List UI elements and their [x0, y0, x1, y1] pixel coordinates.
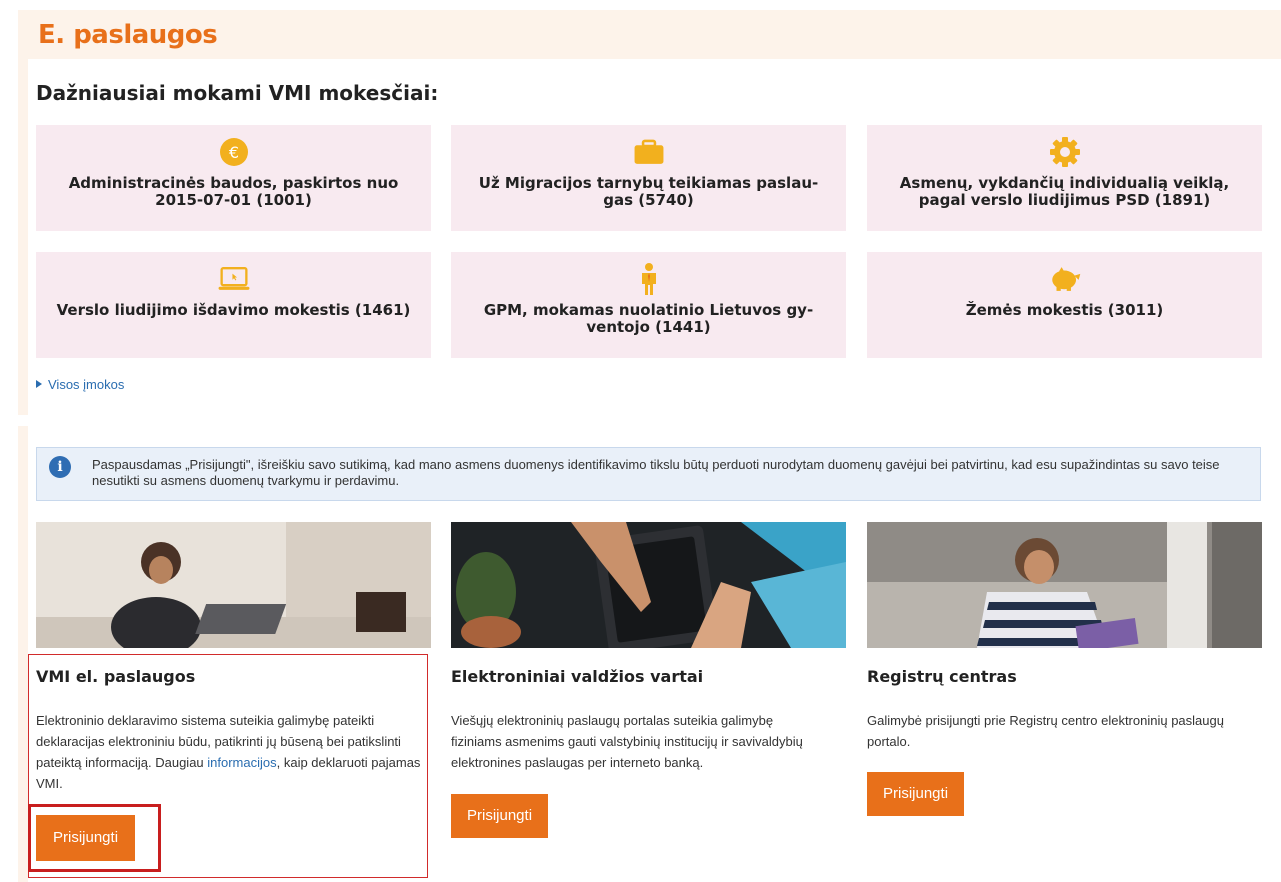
- gear-icon: [1048, 137, 1082, 167]
- svg-text:€: €: [228, 143, 238, 162]
- page-title: E. paslaugos: [38, 20, 218, 50]
- card-description: Galimybė prisijungti prie Registrų centr…: [867, 713, 1224, 749]
- all-payments-link[interactable]: Visos įmokos: [36, 377, 124, 392]
- registru-centras-login-button[interactable]: Prisijungti: [867, 772, 965, 816]
- payment-tile-business-certificate[interactable]: Verslo liudijimo išdavimo mokestis (1461…: [36, 252, 431, 358]
- triangle-right-icon: [36, 380, 42, 388]
- card-title: Elektroniniai valdžios vartai: [451, 667, 704, 686]
- laptop-icon: [217, 264, 251, 294]
- tile-label: GPM, mokamas nuolatinio Lietuvos gy-vent…: [483, 301, 814, 336]
- card-photo-tablet-hands: [451, 522, 846, 648]
- payment-tile-individual[interactable]: Asmenų, vykdančių individualią veiklą, p…: [867, 125, 1262, 231]
- info-icon: i: [49, 456, 71, 478]
- briefcase-icon: [632, 137, 666, 167]
- tile-label: Už Migracijos tarnybų teikiamas paslau-g…: [478, 174, 819, 209]
- consent-notice: i Paspausdamas „Prisijungti", išreiškiu …: [36, 447, 1261, 501]
- card-epaslaugos: Elektroniniai valdžios vartai Viešųjų el…: [451, 522, 846, 770]
- card-registru-centras: Registrų centras Galimybė prisijungti pr…: [867, 522, 1262, 749]
- section-title: Dažniausiai mokami VMI mokesčiai:: [36, 81, 439, 105]
- payment-tile-gpm[interactable]: GPM, mokamas nuolatinio Lietuvos gy-vent…: [451, 252, 846, 358]
- card-photo-woman-laptop: [36, 522, 431, 648]
- euro-coin-icon: €: [217, 137, 251, 167]
- epaslaugos-login-button[interactable]: Prisijungti: [451, 794, 549, 838]
- payment-tile-land-tax[interactable]: Žemės mokestis (3011): [867, 252, 1262, 358]
- tile-label: Asmenų, vykdančių individualią veiklą, p…: [899, 174, 1230, 209]
- card-vmi: VMI el. paslaugos Elektroninio deklaravi…: [36, 522, 431, 791]
- payments-inner: Dažniausiai mokami VMI mokesčiai:: [18, 59, 1281, 415]
- card-description: Viešųjų elektroninių paslaugų portalas s…: [451, 713, 803, 770]
- payment-tile-migration[interactable]: Už Migracijos tarnybų teikiamas paslau-g…: [451, 125, 846, 231]
- card-photo-man-tablet: [867, 522, 1262, 648]
- notice-text: Paspausdamas „Prisijungti", išreiškiu sa…: [92, 457, 1220, 488]
- card-title: Registrų centras: [867, 667, 1017, 686]
- tile-label: Administracinės baudos, paskirtos nuo 20…: [68, 174, 399, 209]
- highlight-frame-button: [28, 804, 161, 872]
- tile-label: Žemės mokestis (3011): [965, 301, 1164, 319]
- payment-tile-fines[interactable]: € Administracinės baudos, paskirtos nuo …: [36, 125, 431, 231]
- piggy-bank-icon: [1048, 264, 1082, 294]
- person-icon: [632, 263, 666, 295]
- tile-label: Verslo liudijimo išdavimo mokestis (1461…: [56, 301, 411, 319]
